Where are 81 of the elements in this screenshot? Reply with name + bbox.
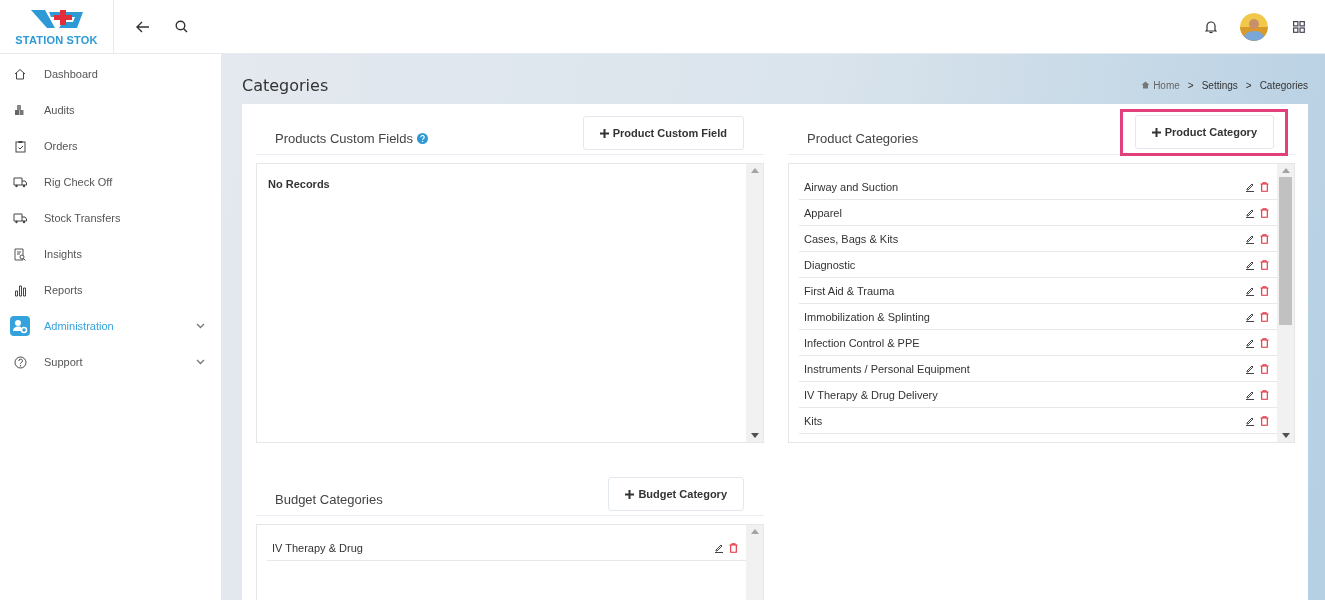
pencil-icon[interactable] — [1245, 233, 1255, 244]
add-button[interactable]: Product Category — [1134, 115, 1274, 149]
plus-icon — [599, 128, 609, 138]
category-name: Cases, Bags & Kits — [804, 232, 900, 245]
sidebar-item[interactable]: Audits — [0, 92, 221, 128]
trash-icon[interactable] — [729, 542, 738, 553]
category-name: Instruments / Personal Equipment — [804, 362, 971, 375]
bell-icon — [1205, 19, 1217, 34]
breadcrumb-separator: > — [1245, 79, 1252, 91]
report-icon — [14, 247, 26, 261]
pencil-icon[interactable] — [1245, 415, 1255, 426]
pencil-icon[interactable] — [1245, 285, 1255, 296]
scroll-up-icon[interactable] — [1281, 168, 1290, 173]
pencil-icon[interactable] — [1245, 207, 1255, 218]
chevron-down-icon — [196, 359, 205, 365]
category-name: Airway and Suction — [804, 180, 900, 193]
scroll-up-icon[interactable] — [750, 529, 759, 534]
truck-icon — [13, 176, 27, 188]
panel-title: Products Custom Fields — [275, 131, 413, 146]
page-title: Categories — [242, 75, 329, 95]
home-icon — [14, 68, 26, 80]
chevron-down-icon — [196, 323, 205, 329]
trash-icon[interactable] — [1260, 259, 1269, 270]
user-settings-icon — [10, 316, 30, 336]
pencil-icon[interactable] — [1245, 363, 1255, 374]
sidebar-item[interactable]: Stock Transfers — [0, 200, 221, 236]
panel-title: Product Categories — [807, 131, 919, 146]
sidebar-item[interactable]: Orders — [0, 128, 221, 164]
category-name: Apparel — [804, 206, 843, 219]
trash-icon[interactable] — [1260, 285, 1269, 296]
category-name: Kits — [804, 414, 824, 427]
add-button[interactable]: Product Custom Field — [582, 116, 744, 150]
pencil-icon[interactable] — [1245, 181, 1255, 192]
plus-icon — [1151, 127, 1161, 137]
boxes-icon — [13, 104, 27, 116]
search-icon — [174, 20, 188, 33]
sidebar-item[interactable]: Insights — [0, 236, 221, 272]
trash-icon[interactable] — [1260, 337, 1269, 348]
scroll-up-icon[interactable] — [750, 168, 759, 173]
category-name: First Aid & Trauma — [804, 284, 896, 297]
clipboard-icon — [14, 139, 26, 153]
sidebar-item[interactable]: Dashboard — [0, 56, 221, 92]
truck-icon — [13, 212, 27, 224]
trash-icon[interactable] — [1260, 389, 1269, 400]
category-name: IV Therapy & Drug Delivery — [804, 388, 939, 401]
trash-icon[interactable] — [1260, 207, 1269, 218]
trash-icon[interactable] — [1260, 181, 1269, 192]
trash-icon[interactable] — [1260, 233, 1269, 244]
pencil-icon[interactable] — [1245, 259, 1255, 270]
scroll-down-icon[interactable] — [1281, 433, 1290, 438]
grid-icon — [1293, 20, 1305, 33]
scrollbar[interactable] — [1277, 164, 1294, 442]
trash-icon[interactable] — [1260, 311, 1269, 322]
sidebar-item[interactable]: Support — [0, 344, 221, 380]
category-name: Infection Control & PPE — [804, 336, 921, 349]
add-button[interactable]: Budget Category — [608, 477, 744, 511]
scroll-down-icon[interactable] — [750, 433, 759, 438]
breadcrumb-link[interactable]: Home — [1141, 79, 1180, 91]
brand-name: STATION STOK — [15, 33, 98, 46]
sidebar-item[interactable]: Rig Check Off — [0, 164, 221, 200]
trash-icon[interactable] — [1260, 363, 1269, 374]
pencil-icon[interactable] — [714, 542, 724, 553]
pencil-icon[interactable] — [1245, 311, 1255, 322]
home-icon — [1141, 81, 1151, 89]
category-name: Immobilization & Splinting — [804, 310, 931, 323]
category-name: Diagnostic — [804, 258, 857, 271]
arrow-left-icon — [136, 20, 150, 33]
trash-icon[interactable] — [1260, 415, 1269, 426]
pencil-icon[interactable] — [1245, 389, 1255, 400]
category-name: IV Therapy & Drug — [272, 541, 364, 554]
sidebar-item[interactable]: Reports — [0, 272, 221, 308]
avatar[interactable] — [1240, 12, 1268, 41]
help-icon — [13, 355, 27, 369]
empty-message: No Records — [267, 177, 331, 192]
breadcrumb-link[interactable]: Settings — [1201, 79, 1238, 91]
breadcrumb-separator: > — [1187, 79, 1194, 91]
plus-icon — [625, 489, 635, 499]
scrollbar[interactable] — [746, 164, 763, 442]
panel-title: Budget Categories — [275, 492, 383, 507]
bar-chart-icon — [13, 283, 27, 297]
pencil-icon[interactable] — [1245, 337, 1255, 348]
